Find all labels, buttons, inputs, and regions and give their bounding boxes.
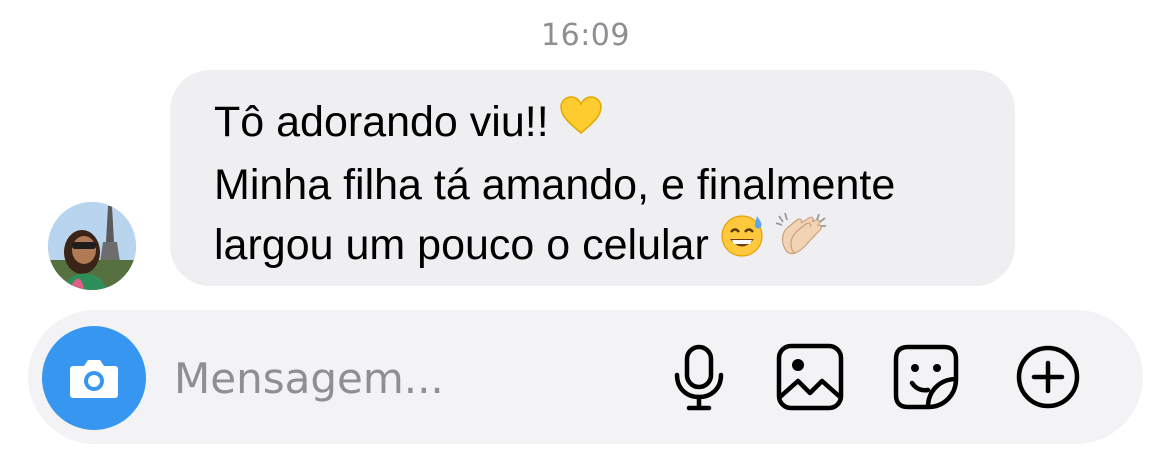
- sweat-smile-icon: [719, 212, 765, 274]
- sticker-icon: [893, 344, 959, 410]
- clapping-hands-icon: [775, 212, 827, 274]
- message-bubble[interactable]: Tô adorando viu!! Minha filha tá amando,…: [170, 70, 1015, 286]
- message-line-2: Minha filha tá amando, e finalmente: [214, 160, 896, 209]
- message-text-line-1: Tô adorando viu!!: [214, 98, 549, 146]
- microphone-button[interactable]: [663, 341, 735, 413]
- plus-button[interactable]: [1012, 341, 1084, 413]
- microphone-icon: [674, 344, 724, 411]
- camera-button[interactable]: [42, 326, 146, 430]
- gallery-icon: [776, 343, 844, 411]
- gallery-button[interactable]: [774, 341, 846, 413]
- message-composer: [28, 310, 1143, 444]
- camera-icon: [70, 360, 118, 398]
- message-line-3: largou um pouco o celular: [214, 212, 1015, 279]
- plus-circle-icon: [1016, 345, 1080, 409]
- message-timestamp: 16:09: [541, 18, 630, 53]
- sticker-button[interactable]: [890, 341, 962, 413]
- avatar[interactable]: [48, 202, 136, 290]
- message-text-line-3: largou um pouco o celular: [214, 220, 709, 269]
- yellow-heart-icon: [559, 91, 603, 151]
- message-input[interactable]: [174, 350, 634, 406]
- message-line-1: Tô adorando viu!!: [214, 92, 1015, 155]
- profile-photo-icon: [48, 202, 136, 290]
